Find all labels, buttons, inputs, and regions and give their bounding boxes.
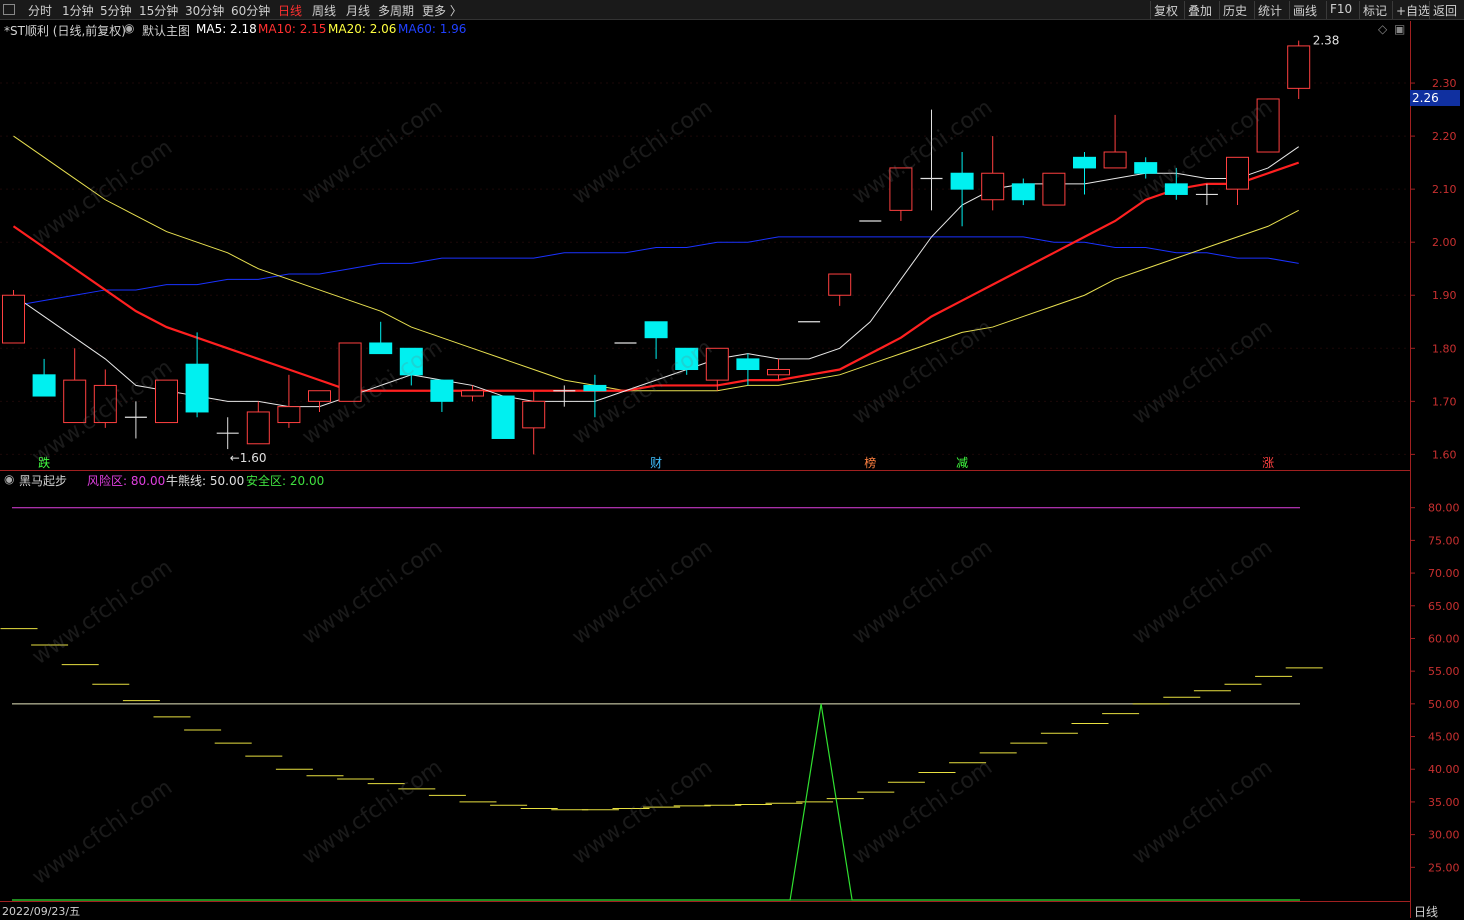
indicator-tick-label: 35.00 [1428, 796, 1460, 809]
candle-down [1134, 162, 1158, 174]
indicator-tick-label: 75.00 [1428, 534, 1460, 547]
bull-bear-line-label: 牛熊线: 50.00 [166, 474, 245, 488]
safe-zone-label: 安全区: 20.00 [246, 474, 325, 488]
candle-up [63, 379, 87, 424]
candle-down [32, 374, 56, 397]
candle-down [736, 358, 760, 371]
indicator-settings-icon[interactable]: ◉ [4, 472, 14, 486]
candle-up [1103, 151, 1127, 169]
candle-up [155, 379, 178, 424]
current-price-badge: 2.26 [1410, 90, 1460, 106]
cursor-date-label: 2022/09/23/五 [2, 905, 81, 918]
chart-canvas[interactable]: 2.30 2.20 2.10 2.00 1.90 1.80 1.70 1.60 80.00 75.… [0, 0, 1464, 918]
candle-up [246, 411, 270, 445]
candle-up [767, 369, 790, 376]
indicator-tick-label: 45.00 [1428, 731, 1460, 744]
signal-line [12, 703, 1300, 901]
settings-icon[interactable]: ◉ [124, 21, 134, 35]
candle-down [1164, 183, 1188, 195]
price-tick-label: 1.60 [1432, 448, 1457, 461]
main-template-label[interactable]: 默认主图 [142, 22, 190, 39]
candle-down [675, 347, 699, 371]
price-tick-label: 1.80 [1432, 342, 1457, 355]
date-axis [0, 902, 1410, 918]
event-marker: 跌 [38, 455, 50, 470]
candle-down [1073, 156, 1096, 169]
candle-down [1011, 183, 1035, 201]
candle-up [93, 384, 117, 424]
price-tick-label: 1.70 [1432, 395, 1457, 408]
indicator-tick-label: 25.00 [1428, 861, 1460, 874]
candle-down [430, 379, 454, 402]
indicator-tick-label: 55.00 [1428, 665, 1460, 678]
low-price-label: ←1.60 [230, 451, 267, 465]
ma10-label: MA10: 2.15 [258, 22, 327, 36]
candle-up [277, 406, 301, 424]
price-tick-label: 1.90 [1432, 289, 1457, 302]
candle-up [828, 273, 852, 296]
indicator-tick-label: 50.00 [1428, 698, 1460, 711]
candle-up [1287, 45, 1311, 89]
candle-up [889, 167, 913, 211]
candle-down [950, 172, 974, 190]
risk-zone-label: 风险区: 80.00 [87, 474, 166, 488]
ma60-label: MA60: 1.96 [398, 22, 467, 36]
candle-down [369, 342, 393, 355]
candle-up [981, 172, 1005, 201]
indicator-tick-label: 30.00 [1428, 829, 1460, 842]
event-marker: 减 [956, 456, 968, 470]
diamond-icon[interactable]: ◇ [1378, 22, 1387, 36]
candle-up [308, 390, 331, 402]
candle-up [461, 390, 484, 397]
high-price-label: 2.38 [1313, 34, 1340, 48]
indicator-tick-label: 65.00 [1428, 600, 1460, 613]
candle-up [705, 347, 729, 381]
price-tick-label: 2.20 [1432, 130, 1457, 143]
candle-up [1256, 98, 1280, 153]
candle-down [491, 395, 515, 439]
candle-down [644, 321, 668, 339]
stock-title: *ST顺利 (日线,前复权) [4, 24, 126, 38]
candle-down [583, 384, 607, 392]
period-label[interactable]: 日线 [1414, 903, 1438, 920]
event-marker: 涨 [1262, 455, 1274, 470]
indicator-tick-label: 60.00 [1428, 632, 1460, 645]
candle-up [1226, 156, 1249, 190]
event-marker: 财 [650, 456, 662, 470]
candle-down [399, 347, 423, 376]
panel-toggle-icon[interactable]: ▣ [1394, 22, 1405, 36]
indicator-tick-label: 70.00 [1428, 567, 1460, 580]
price-tick-label: 2.30 [1432, 77, 1457, 90]
ma5-label: MA5: 2.18 [196, 22, 257, 36]
price-tick-label: 2.10 [1432, 183, 1457, 196]
indicator-name[interactable]: 黑马起步 [19, 472, 67, 489]
event-marker: 榜 [864, 455, 876, 470]
price-tick-label: 2.00 [1432, 236, 1457, 249]
candle-up [1042, 172, 1066, 206]
candle-up [522, 400, 546, 429]
ma20-label: MA20: 2.06 [328, 22, 397, 36]
candle-up [338, 342, 362, 402]
indicator-tick-label: 40.00 [1428, 763, 1460, 776]
indicator-tick-label: 80.00 [1428, 502, 1460, 515]
candle-up [2, 294, 25, 344]
candle-down [185, 363, 209, 413]
